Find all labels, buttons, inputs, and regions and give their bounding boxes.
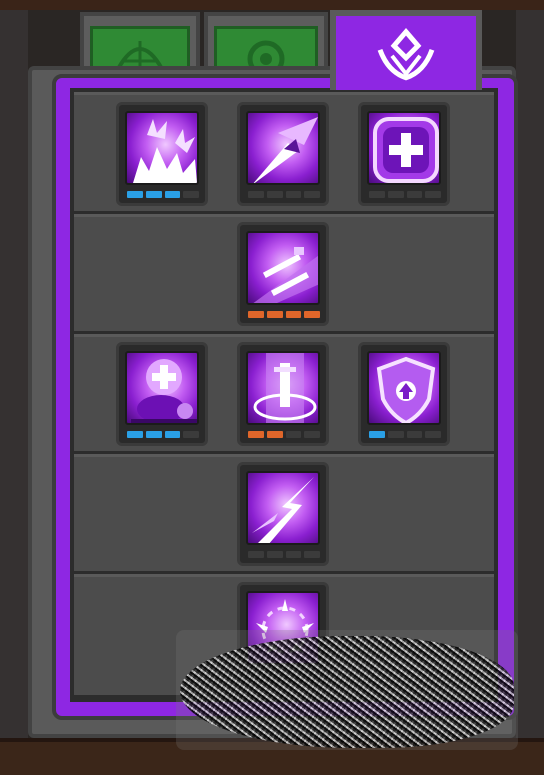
- level-pip: [285, 191, 302, 198]
- level-pip: [183, 431, 199, 438]
- skill-level-pips: [248, 551, 320, 558]
- shield-up-icon: [367, 351, 441, 425]
- level-pip: [425, 191, 441, 198]
- skill-arrow-strike[interactable]: [237, 102, 329, 206]
- level-pip: [387, 191, 404, 198]
- level-pip: [145, 431, 162, 438]
- level-pip: [127, 431, 143, 438]
- level-pip: [164, 431, 181, 438]
- level-pip: [266, 311, 283, 318]
- pet-heal-icon: [125, 351, 199, 425]
- crest-icon: [377, 27, 435, 81]
- level-pip: [248, 311, 264, 318]
- skill-level-pips: [127, 431, 199, 438]
- skill-lightning-dash[interactable]: [237, 462, 329, 566]
- lightning-dash-icon: [246, 471, 320, 545]
- level-pip: [248, 551, 264, 558]
- skill-shield-up[interactable]: [358, 342, 450, 446]
- level-pip: [285, 311, 302, 318]
- explosion-icon: [125, 111, 199, 185]
- level-pip: [304, 551, 320, 558]
- skill-level-pips: [127, 191, 199, 198]
- level-pip: [266, 551, 283, 558]
- level-pip: [127, 191, 143, 198]
- sword-pillar-icon: [246, 351, 320, 425]
- level-pip: [406, 191, 423, 198]
- side-wall-right: [516, 10, 544, 738]
- level-pip: [369, 431, 385, 438]
- level-pip: [145, 191, 162, 198]
- skill-tree-screen: [0, 0, 544, 775]
- level-pip: [285, 431, 302, 438]
- heal-cross-icon: [367, 111, 441, 185]
- tab-crest[interactable]: [330, 10, 482, 90]
- skill-twin-swords[interactable]: [237, 222, 329, 326]
- level-pip: [248, 431, 264, 438]
- level-pip: [266, 431, 283, 438]
- skill-pet-heal[interactable]: [116, 342, 208, 446]
- level-pip: [285, 551, 302, 558]
- level-pip: [248, 191, 264, 198]
- skill-level-pips: [248, 311, 320, 318]
- level-pip: [183, 191, 199, 198]
- level-pip: [164, 191, 181, 198]
- level-pip: [425, 431, 441, 438]
- skill-heal-cross[interactable]: [358, 102, 450, 206]
- skill-sword-pillar[interactable]: [237, 342, 329, 446]
- noise-overlay: [180, 636, 514, 748]
- level-pip: [266, 191, 283, 198]
- level-pip: [387, 431, 404, 438]
- twin-swords-icon: [246, 231, 320, 305]
- skill-level-pips: [248, 191, 320, 198]
- level-pip: [304, 191, 320, 198]
- skill-burst-explosion[interactable]: [116, 102, 208, 206]
- level-pip: [304, 311, 320, 318]
- level-pip: [406, 431, 423, 438]
- skill-level-pips: [248, 431, 320, 438]
- skill-level-pips: [369, 431, 441, 438]
- level-pip: [304, 431, 320, 438]
- wood-border-top: [0, 0, 544, 10]
- arrow-strike-icon: [246, 111, 320, 185]
- level-pip: [369, 191, 385, 198]
- side-wall-left: [0, 10, 28, 738]
- skill-level-pips: [369, 191, 441, 198]
